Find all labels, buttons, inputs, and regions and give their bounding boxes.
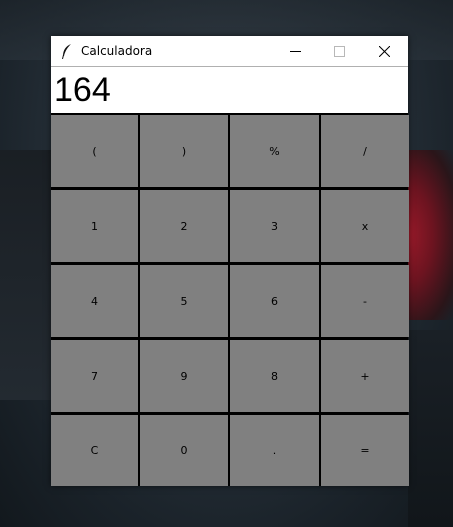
key-3[interactable]: 3 <box>230 190 319 262</box>
close-icon <box>378 42 391 61</box>
key-0[interactable]: 0 <box>140 415 228 486</box>
key-decimal[interactable]: . <box>230 415 319 486</box>
key-equals[interactable]: = <box>321 415 409 486</box>
key-close-paren[interactable]: ) <box>140 115 228 187</box>
display-value: 164 <box>54 71 111 109</box>
key-add[interactable]: + <box>321 340 409 412</box>
key-clear[interactable]: C <box>51 415 138 486</box>
key-subtract[interactable]: - <box>321 265 409 337</box>
key-percent[interactable]: % <box>230 115 319 187</box>
feather-icon <box>61 43 73 59</box>
key-7[interactable]: 7 <box>51 340 138 412</box>
desktop-background-left <box>0 150 52 400</box>
key-9[interactable]: 9 <box>140 340 228 412</box>
desktop-background-right <box>408 330 453 527</box>
close-button[interactable] <box>362 36 407 66</box>
calculator-display: 164 <box>51 66 408 113</box>
window-title: Calculadora <box>81 44 153 58</box>
maximize-icon <box>334 42 345 61</box>
title-bar[interactable]: Calculadora <box>51 36 408 66</box>
key-1[interactable]: 1 <box>51 190 138 262</box>
keypad: ( ) % / 1 2 3 x 4 5 6 - 7 9 8 + C 0 . = <box>51 113 409 486</box>
key-4[interactable]: 4 <box>51 265 138 337</box>
key-multiply[interactable]: x <box>321 190 409 262</box>
key-divide[interactable]: / <box>321 115 409 187</box>
calculator-window: Calculadora 164 ( ) % / 1 2 3 x 4 5 6 - … <box>51 36 409 486</box>
key-open-paren[interactable]: ( <box>51 115 138 187</box>
maximize-button[interactable] <box>317 36 362 66</box>
minimize-icon <box>290 42 301 61</box>
minimize-button[interactable] <box>273 36 318 66</box>
key-8[interactable]: 8 <box>230 340 319 412</box>
key-5[interactable]: 5 <box>140 265 228 337</box>
key-2[interactable]: 2 <box>140 190 228 262</box>
key-6[interactable]: 6 <box>230 265 319 337</box>
